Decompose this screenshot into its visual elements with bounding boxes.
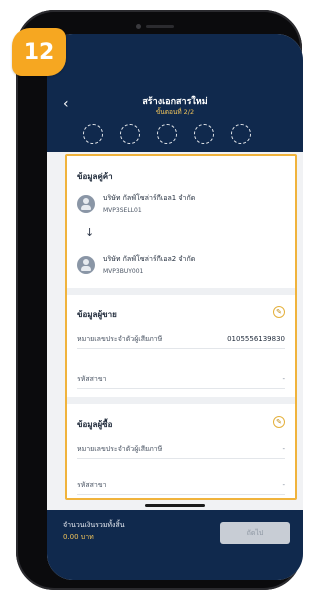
home-indicator: [145, 504, 205, 507]
progress-dot: [194, 124, 214, 144]
app-header: ‹ สร้างเอกสารใหม่ ขั้นตอนที่ 2/2: [47, 34, 303, 152]
seller-name: บริษัท กัลฟ์โซล่าร์กีเอล1 จำกัด: [103, 194, 196, 202]
progress-dot: [83, 124, 103, 144]
progress-dot: [157, 124, 177, 144]
buyer-tax-row: หมายเลขประจำตัวผู้เสียภาษี -: [77, 440, 285, 459]
document-form: ข้อมูลคู่ค้า บริษัท กัลฟ์โซล่าร์กีเอล1 จ…: [65, 154, 297, 500]
page-title: สร้างเอกสารใหม่: [142, 97, 208, 107]
avatar-icon: [77, 194, 95, 213]
pencil-icon: ✎: [276, 418, 282, 426]
seller-party[interactable]: บริษัท กัลฟ์โซล่าร์กีเอล1 จำกัด MVP3SELL…: [77, 193, 195, 214]
arrow-down-icon: ↓: [85, 226, 95, 239]
branch-value: -: [282, 481, 285, 489]
branch-value: -: [282, 375, 285, 383]
total-label: จำนวนเงินรวมทั้งสิ้น: [63, 521, 125, 529]
tax-id-label: หมายเลขประจำตัวผู้เสียภาษี: [77, 334, 163, 343]
step-indicator: ขั้นตอนที่ 2/2: [155, 108, 195, 116]
progress-dots: [47, 124, 303, 146]
avatar-icon: [77, 255, 95, 274]
progress-dot: [120, 124, 140, 144]
seller-branch-row: รหัสสาขา -: [77, 370, 285, 389]
speaker-grill: [146, 25, 174, 28]
phone-frame: ‹ สร้างเอกสารใหม่ ขั้นตอนที่ 2/2 ข้อมูลค…: [16, 10, 303, 590]
seller-info-title: ข้อมูลผู้ขาย: [77, 310, 117, 319]
section-divider: [67, 397, 295, 404]
parties-title: ข้อมูลคู่ค้า: [77, 172, 113, 181]
tax-id-value: 0105556139830: [227, 335, 285, 343]
buyer-code: MVP3BUY001: [103, 268, 144, 275]
edit-seller-button[interactable]: ✎: [273, 306, 285, 318]
next-button[interactable]: ถัดไป: [220, 522, 290, 544]
branch-label: รหัสสาขา: [77, 480, 107, 489]
progress-dot: [231, 124, 251, 144]
footer-bar: จำนวนเงินรวมทั้งสิ้น 0.00 บาท ถัดไป: [47, 510, 303, 580]
tax-id-value: -: [282, 445, 285, 453]
step-badge: 12: [12, 28, 66, 76]
section-divider: [67, 288, 295, 295]
buyer-name: บริษัท กัลฟ์โซล่าร์กีเอล2 จำกัด: [103, 255, 196, 263]
camera-icon: [136, 24, 141, 29]
app-screen: ‹ สร้างเอกสารใหม่ ขั้นตอนที่ 2/2 ข้อมูลค…: [47, 34, 303, 580]
buyer-branch-row: รหัสสาขา -: [77, 476, 285, 495]
branch-label: รหัสสาขา: [77, 374, 107, 383]
pencil-icon: ✎: [276, 308, 282, 316]
edit-buyer-button[interactable]: ✎: [273, 416, 285, 428]
tax-id-label: หมายเลขประจำตัวผู้เสียภาษี: [77, 444, 163, 453]
buyer-info-title: ข้อมูลผู้ซื้อ: [77, 420, 113, 429]
seller-code: MVP3SELL01: [103, 207, 142, 214]
total-amount: 0.00 บาท: [63, 533, 94, 541]
buyer-party[interactable]: บริษัท กัลฟ์โซล่าร์กีเอล2 จำกัด MVP3BUY0…: [77, 254, 195, 275]
seller-tax-row: หมายเลขประจำตัวผู้เสียภาษี 0105556139830: [77, 330, 285, 349]
